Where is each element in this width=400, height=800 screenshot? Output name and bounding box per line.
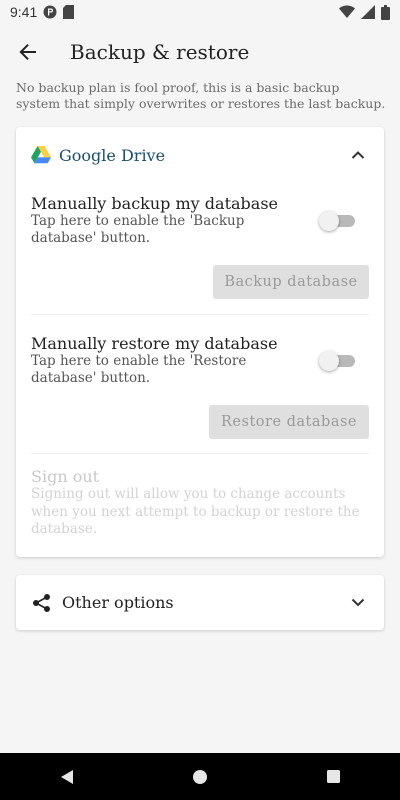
status-time: 9:41 xyxy=(10,4,38,20)
signal-icon xyxy=(361,5,375,19)
other-options-row[interactable]: Other options xyxy=(16,575,384,630)
square-recents-icon xyxy=(326,770,340,783)
google-drive-header[interactable]: Google Drive xyxy=(16,127,384,183)
google-drive-icon xyxy=(31,146,51,164)
divider xyxy=(31,314,369,315)
sign-out-title[interactable]: Sign out xyxy=(31,467,99,486)
triangle-back-icon xyxy=(60,769,73,784)
other-options-label: Other options xyxy=(62,593,174,612)
restore-database-button[interactable]: Restore database xyxy=(209,405,369,439)
chevron-up-icon[interactable] xyxy=(350,147,366,163)
restore-title: Manually restore my database xyxy=(31,334,278,353)
restore-toggle[interactable] xyxy=(319,351,357,371)
battery-icon xyxy=(381,4,390,20)
status-bar: 9:41 xyxy=(0,0,400,24)
notification-p-icon xyxy=(43,5,57,19)
sign-out-subtitle: Signing out will allow you to change acc… xyxy=(31,486,360,537)
restore-subtitle: Tap here to enable the 'Restore database… xyxy=(31,353,247,386)
system-nav-bar xyxy=(0,753,400,800)
page-title: Backup & restore xyxy=(70,40,250,64)
backup-subtitle: Tap here to enable the 'Backup database'… xyxy=(31,213,245,246)
sd-card-icon xyxy=(63,5,75,19)
other-options-card: Other options xyxy=(16,575,384,630)
back-button[interactable] xyxy=(0,24,56,80)
circle-home-icon xyxy=(192,769,207,784)
chevron-down-icon[interactable] xyxy=(350,594,366,610)
google-drive-card: Google Drive Manually backup my database… xyxy=(16,127,384,557)
backup-title: Manually backup my database xyxy=(31,194,279,213)
backup-notice: No backup plan is fool proof, this is a … xyxy=(16,80,386,111)
backup-toggle[interactable] xyxy=(319,211,357,231)
app-bar: Backup & restore xyxy=(0,24,400,80)
nav-recents-button[interactable] xyxy=(313,757,353,797)
nav-home-button[interactable] xyxy=(180,757,220,797)
status-right xyxy=(339,4,390,20)
backup-database-button[interactable]: Backup database xyxy=(213,265,369,299)
google-drive-title: Google Drive xyxy=(59,145,166,165)
wifi-icon xyxy=(339,5,355,18)
arrow-back-icon xyxy=(19,44,36,60)
divider xyxy=(31,453,369,454)
nav-back-button[interactable] xyxy=(47,757,87,797)
share-icon xyxy=(33,593,50,612)
status-left: 9:41 xyxy=(10,4,75,20)
